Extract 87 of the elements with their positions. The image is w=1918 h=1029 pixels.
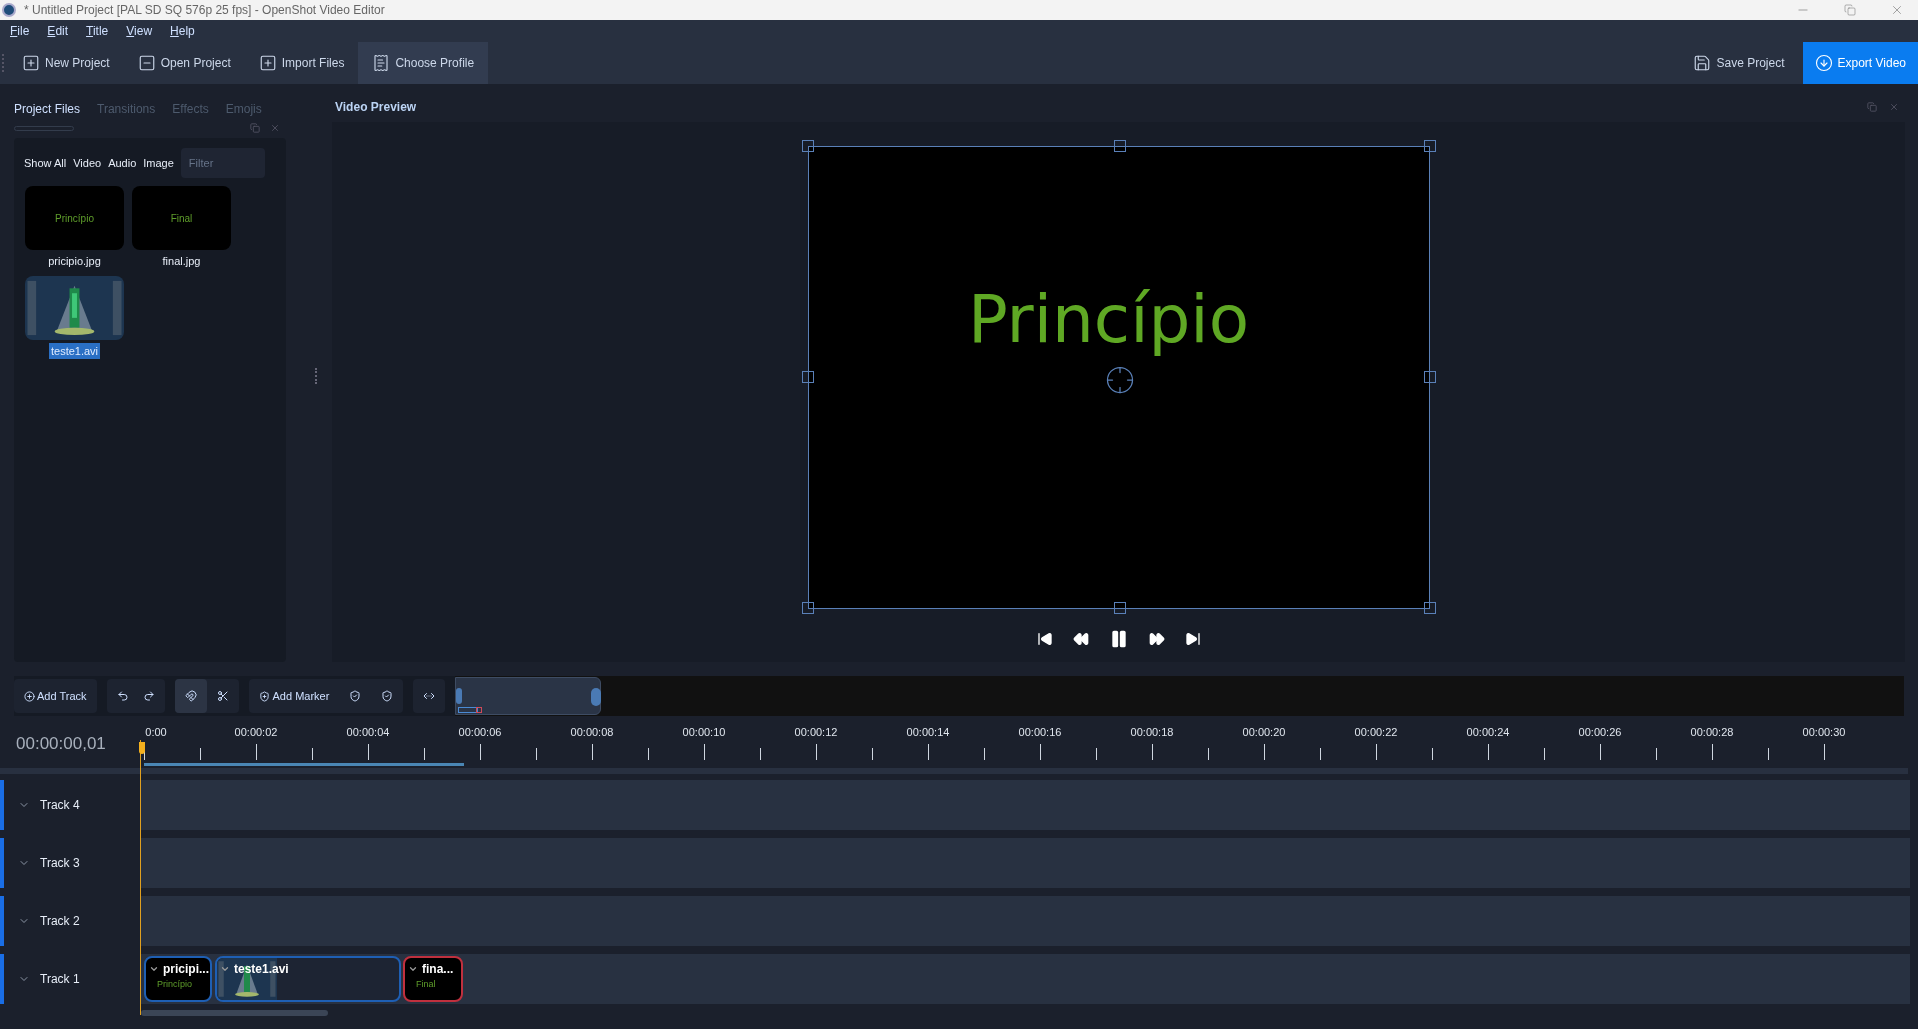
filter-option[interactable]: Video (73, 154, 102, 172)
fast-forward-icon[interactable] (1148, 631, 1165, 647)
previous-marker-icon[interactable] (349, 690, 362, 702)
ruler-label: 00:00:22 (1354, 725, 1398, 740)
save-button[interactable]: Save Project (1681, 42, 1797, 84)
ruler-label: 00:00:20 (1242, 725, 1286, 740)
timeline-scrollbar[interactable] (455, 676, 1904, 716)
clip-thumbnail-text: Princípio (157, 978, 193, 991)
rewind-icon[interactable] (1072, 631, 1089, 647)
plus-icon (258, 54, 277, 72)
toolbar-button[interactable]: New Project (8, 42, 124, 84)
clip-title: pricipi... (163, 961, 209, 978)
resize-handle[interactable] (1423, 371, 1436, 383)
scrollbar-thumb[interactable] (455, 677, 602, 715)
scrollbar-thumb[interactable] (141, 1010, 328, 1016)
file-name[interactable]: teste1.avi (48, 342, 101, 359)
panel-tab[interactable]: Project Files (14, 100, 81, 118)
file-thumbnail[interactable]: Princípio (25, 186, 124, 250)
filter-option[interactable]: Show All (24, 154, 67, 172)
export-button[interactable]: Export Video (1802, 42, 1918, 84)
filter-option[interactable]: Image (143, 154, 174, 172)
save-icon (1693, 54, 1712, 72)
download-icon (1814, 54, 1833, 72)
add-track-button[interactable]: Add Track (14, 679, 97, 713)
panel-title: Video Preview (335, 99, 417, 116)
file-thumbnail[interactable]: Final (132, 186, 231, 250)
thumbnail-text: Final (170, 211, 193, 226)
crosshair-icon[interactable] (1104, 365, 1135, 395)
window-title: * Untitled Project [PAL SD SQ 576p 25 fps] - OpenShot Video Editor (24, 2, 385, 19)
chevron-icon[interactable] (220, 964, 230, 974)
ruler-label: 00:00:30 (1802, 725, 1846, 740)
timeline-clip[interactable]: teste1.avi (215, 956, 401, 1002)
resize-handle[interactable] (1113, 140, 1126, 152)
ruler-label: 00:00:28 (1690, 725, 1734, 740)
plus-icon (24, 690, 35, 702)
menu-item[interactable]: Title (86, 22, 109, 40)
redo-icon[interactable] (142, 690, 155, 702)
center-timeline-icon[interactable] (423, 690, 436, 702)
ruler-label: 00:00:02 (234, 725, 278, 740)
document-icon (372, 54, 391, 72)
filter-field[interactable]: Filter (180, 148, 265, 178)
menu-item[interactable]: View (126, 22, 153, 40)
file-name[interactable]: pricipio.jpg (46, 253, 103, 270)
snap-toggle[interactable] (174, 679, 207, 713)
menu-item[interactable]: Help (170, 22, 195, 40)
chevron-icon[interactable] (408, 964, 418, 974)
resize-handle[interactable] (1113, 602, 1126, 614)
menu-item[interactable]: Edit (47, 22, 69, 40)
ruler-label: 00:00:14 (906, 725, 950, 740)
clip-title: fina... (422, 961, 454, 978)
ruler-label: 00:00:24 (1466, 725, 1510, 740)
next-marker-icon[interactable] (381, 690, 394, 702)
filter-option[interactable]: Audio (108, 154, 137, 172)
skip-start-icon[interactable] (1036, 631, 1053, 647)
clip-thumbnail-text: Final (416, 978, 437, 991)
resize-handle[interactable] (1423, 140, 1436, 152)
resize-handle[interactable] (801, 371, 814, 383)
chevron-icon[interactable] (149, 964, 159, 974)
ruler-label: 00:00:06 (458, 725, 502, 740)
timeline-clip[interactable]: pricipi... Princípio (144, 956, 212, 1002)
toolbar-button[interactable]: Choose Profile (358, 42, 489, 84)
ruler-label: 00:00:16 (1018, 725, 1062, 740)
ruler-label: 00:00:08 (570, 725, 614, 740)
ruler-label: 00:00:18 (1130, 725, 1174, 740)
menu-item[interactable]: File (10, 22, 30, 40)
thumbnail-text: Princípio (55, 211, 94, 226)
ruler-label: 00:00:12 (794, 725, 838, 740)
scissors-icon (216, 690, 229, 702)
resize-handle[interactable] (801, 602, 814, 614)
toolbar-button[interactable]: Open Project (123, 42, 245, 84)
marker-icon (258, 690, 270, 702)
app-logo-icon (2, 3, 16, 17)
ruler-label: 00:00:10 (682, 725, 726, 740)
file-name[interactable]: final.jpg (160, 253, 203, 270)
ruler-label: 00:00:26 (1578, 725, 1622, 740)
toolbar-button[interactable]: Import Files (244, 42, 359, 84)
clip-title: teste1.avi (234, 961, 289, 978)
current-time: 00:00:00,01 (16, 733, 106, 756)
magnet-icon (184, 690, 197, 702)
skip-end-icon[interactable] (1184, 631, 1201, 647)
playhead[interactable] (139, 740, 145, 1015)
ruler-label: 0:00 (145, 725, 167, 740)
ruler-label: 00:00:04 (346, 725, 390, 740)
timeline-clip[interactable]: fina... Final (403, 956, 463, 1002)
resize-handle[interactable] (801, 140, 814, 152)
undo-icon[interactable] (116, 690, 129, 702)
resize-handle[interactable] (1423, 602, 1436, 614)
